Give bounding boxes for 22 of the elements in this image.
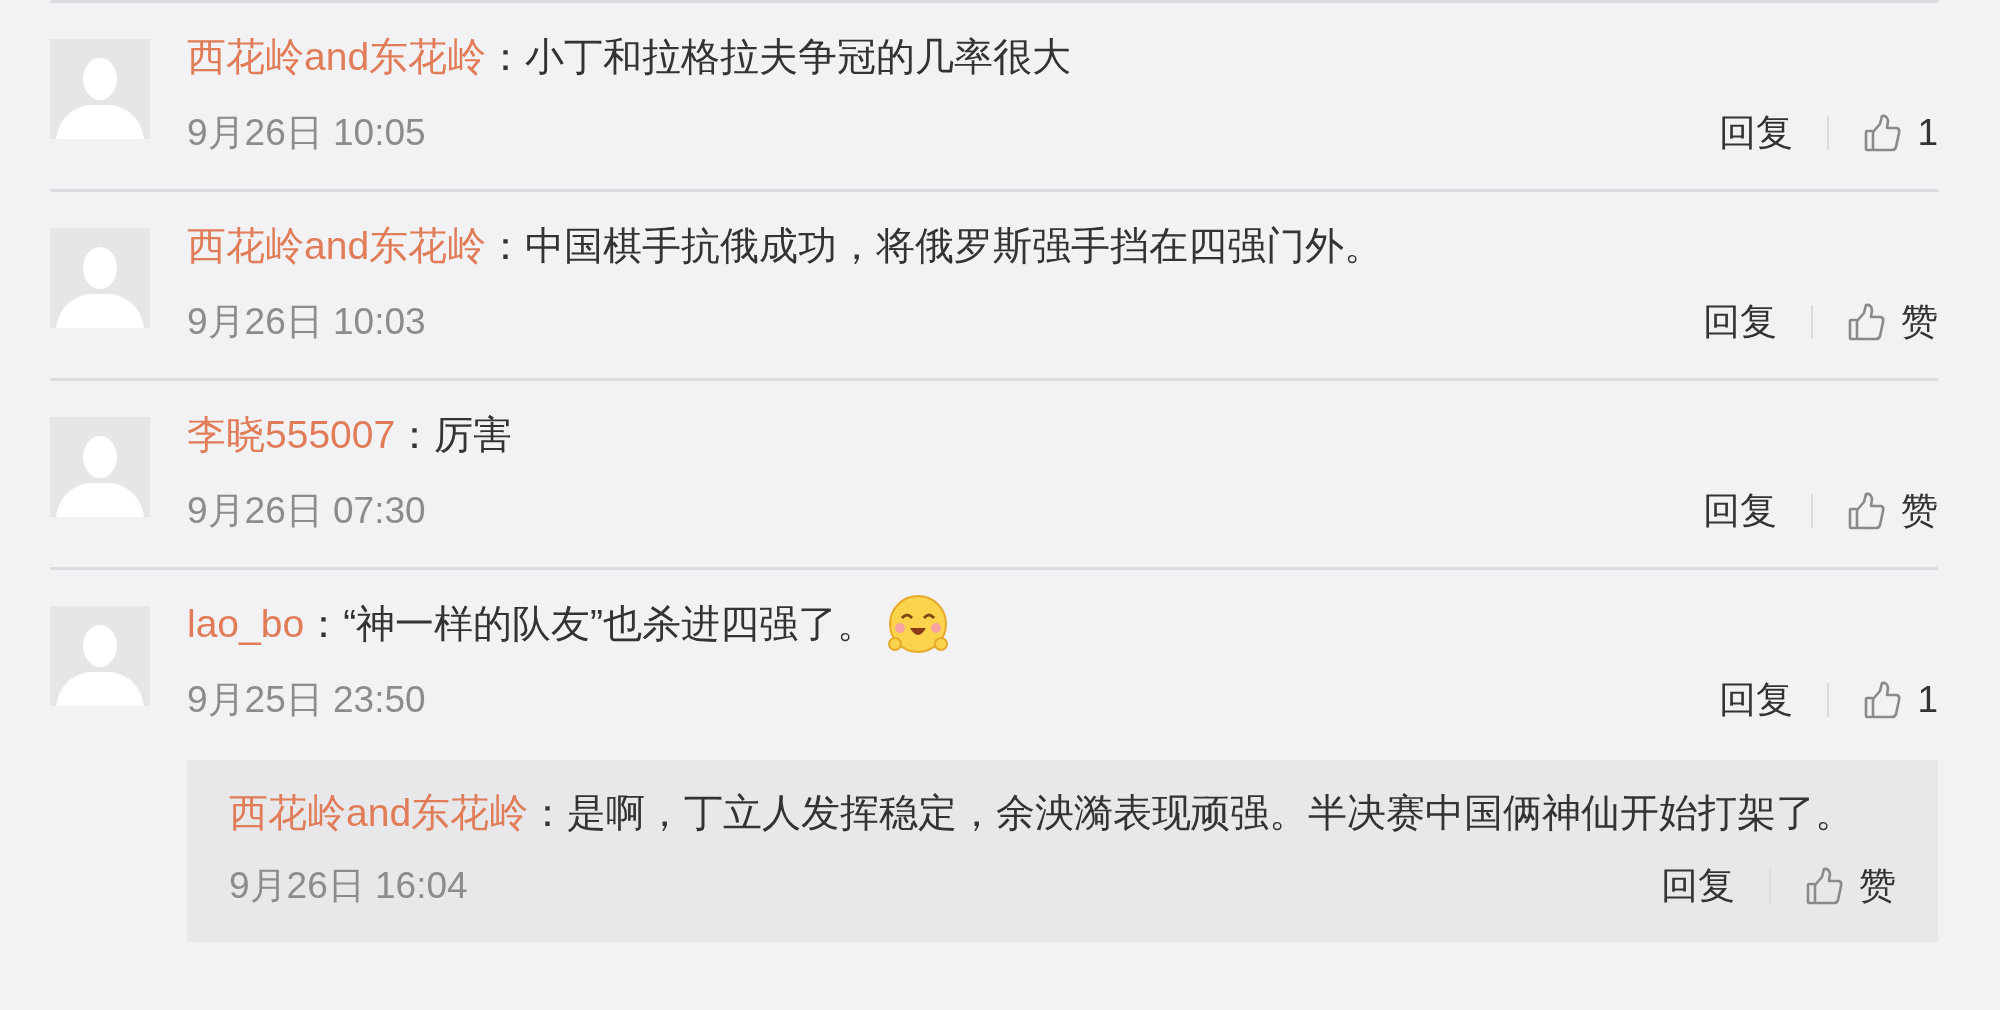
like-button[interactable]: 赞	[1847, 491, 1938, 531]
reply-button[interactable]: 回复	[1719, 115, 1794, 151]
timestamp: 9月26日 10:03	[187, 304, 426, 340]
timestamp: 9月26日 10:05	[187, 115, 426, 151]
reply-button[interactable]: 回复	[1661, 868, 1735, 904]
reply-button[interactable]: 回复	[1719, 682, 1794, 718]
thumbs-up-icon	[1847, 302, 1887, 342]
thumbs-up-icon	[1805, 866, 1845, 906]
like-button[interactable]: 1	[1863, 113, 1938, 153]
comment-text: 西花岭and东花岭：是啊，丁立人发挥稳定，余泱漪表现顽强。半决赛中国俩神仙开始打架了。	[229, 790, 1856, 836]
thumbs-up-icon	[1847, 491, 1887, 531]
reply-button[interactable]: 回复	[1703, 304, 1777, 340]
reply-button[interactable]: 回复	[1703, 493, 1777, 529]
timestamp: 9月26日 07:30	[187, 493, 426, 529]
like-button[interactable]: 1	[1863, 680, 1938, 720]
like-button[interactable]: 赞	[1847, 302, 1938, 342]
comment-text: 西花岭and东花岭：中国棋手抗俄成功，将俄罗斯强手挡在四强门外。	[187, 228, 1385, 264]
comment-text: 西花岭and东花岭：小丁和拉格拉夫争冠的几率很大	[187, 39, 1073, 75]
like-button[interactable]: 赞	[1805, 866, 1896, 906]
timestamp: 9月25日 23:50	[187, 682, 426, 718]
comment-text: 李晓555007：厉害	[187, 417, 514, 453]
timestamp: 9月26日 16:04	[229, 868, 468, 904]
